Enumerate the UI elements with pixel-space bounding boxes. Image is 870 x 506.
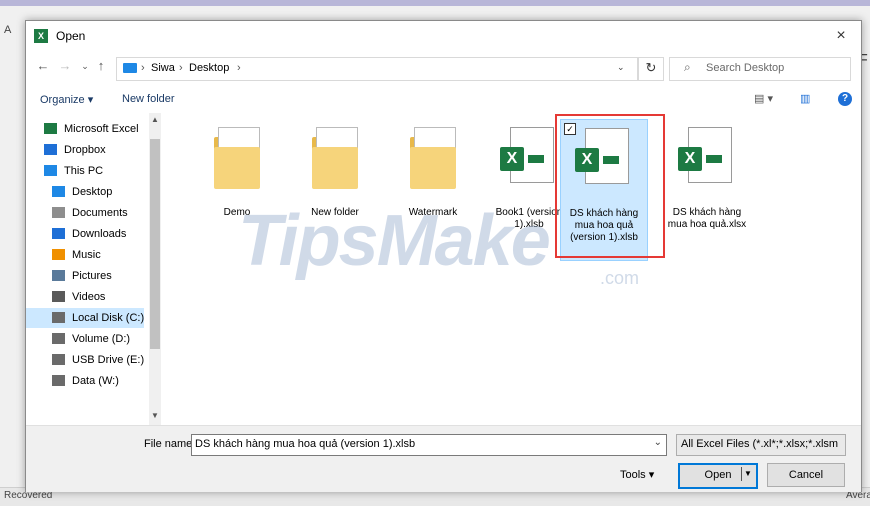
refresh-icon[interactable]: ↻ xyxy=(638,57,664,81)
videos-icon xyxy=(52,291,65,302)
downloads-icon xyxy=(52,228,65,239)
folder-front-icon xyxy=(312,147,358,189)
dropbox-icon xyxy=(44,144,57,155)
search-input[interactable]: ⌕ Search Desktop xyxy=(669,57,851,81)
sidebar-item[interactable]: Desktop xyxy=(26,182,144,202)
sidebar-item[interactable]: USB Drive (E:) xyxy=(26,350,144,370)
sidebar-item[interactable]: Documents xyxy=(26,203,144,223)
drive-icon xyxy=(52,375,65,386)
close-button[interactable]: × xyxy=(829,25,853,47)
usb-icon xyxy=(52,354,65,365)
sidebar-item-label: Desktop xyxy=(72,186,113,198)
command-toolbar: Organize ▾ New folder ▤ ▾ ▥ ? xyxy=(26,83,861,113)
address-bar[interactable]: › Siwa › Desktop › ⌄ xyxy=(116,57,638,81)
excel-app-icon: X xyxy=(34,29,48,43)
back-arrow-icon[interactable]: ← xyxy=(36,59,50,73)
sidebar-item-label: Downloads xyxy=(72,228,127,240)
cancel-button[interactable]: Cancel xyxy=(767,463,845,487)
tools-button[interactable]: Tools ▾ xyxy=(620,468,654,481)
open-split-dropdown-icon[interactable]: ▼ xyxy=(741,467,754,481)
excel-icon xyxy=(44,123,57,134)
navigation-pane: Microsoft Excel Dropbox This PC Desktop Docu… xyxy=(26,113,161,425)
sidebar-item-label: Videos xyxy=(72,291,106,303)
file-item-label: DS khách hàng mua hoa quả.xlsx xyxy=(667,207,747,230)
music-icon xyxy=(52,249,65,260)
sidebar-item[interactable]: This PC xyxy=(26,161,144,181)
forward-arrow-icon[interactable]: → xyxy=(58,59,72,73)
address-part-siwa[interactable]: Siwa xyxy=(151,62,175,74)
bottom-panel: File name: DS khách hàng mua hoa quả (ve… xyxy=(26,425,861,492)
sidebar-item[interactable]: Music xyxy=(26,245,144,265)
file-name-dropdown-icon[interactable]: ⌄ xyxy=(654,437,662,448)
sidebar-item[interactable]: Videos xyxy=(26,287,144,307)
up-arrow-icon[interactable]: ↑ xyxy=(94,59,108,73)
sidebar-item[interactable]: Local Disk (C:) xyxy=(26,308,144,328)
navigation-scrollbar[interactable]: ▲ ▼ xyxy=(149,113,161,425)
sidebar-item-label: This PC xyxy=(64,165,104,177)
sidebar-item-label: USB Drive (E:) xyxy=(72,354,145,366)
scroll-up-icon[interactable]: ▲ xyxy=(150,115,160,124)
documents-icon xyxy=(52,207,65,218)
file-name-value: DS khách hàng mua hoa quả (version 1).xl… xyxy=(195,438,416,450)
excel-grid-icon xyxy=(706,155,722,163)
file-name-label: File name: xyxy=(144,438,196,450)
file-type-select[interactable]: All Excel Files (*.xl*;*.xlsx;*.xlsm xyxy=(676,434,846,456)
file-item[interactable]: X DS khách hàng mua hoa quả.xlsx xyxy=(664,119,750,259)
excel-grid-icon xyxy=(528,155,544,163)
dialog-title: Open xyxy=(56,29,86,43)
desktop-icon xyxy=(52,186,65,197)
sidebar-item-label: Documents xyxy=(72,207,128,219)
this-pc-icon xyxy=(123,63,137,73)
tools-label: Tools xyxy=(620,469,646,481)
navigation-row: ← → ⌄ ↑ › Siwa › Desktop › ⌄ ↻ ⌕ Search … xyxy=(26,51,861,83)
sidebar-item[interactable]: Microsoft Excel xyxy=(26,119,144,139)
drive-icon xyxy=(52,333,65,344)
address-dropdown-icon[interactable]: ⌄ xyxy=(617,62,625,73)
file-type-value: All Excel Files (*.xl*;*.xlsx;*.xlsm xyxy=(681,438,839,450)
sidebar-item-label: Music xyxy=(72,249,101,261)
sidebar-item[interactable]: Data (W:) xyxy=(26,371,144,391)
address-part-desktop[interactable]: Desktop xyxy=(189,62,229,74)
open-button[interactable]: Open ▼ xyxy=(678,463,758,489)
scroll-down-icon[interactable]: ▼ xyxy=(150,411,160,420)
title-bar: X Open × xyxy=(26,21,861,51)
sidebar-item-label: Data (W:) xyxy=(72,375,119,387)
pictures-icon xyxy=(52,270,65,281)
scroll-thumb[interactable] xyxy=(150,139,160,349)
sidebar-item[interactable]: Downloads xyxy=(26,224,144,244)
sidebar-item[interactable]: Dropbox xyxy=(26,140,144,160)
organize-button[interactable]: Organize ▾ xyxy=(40,93,93,106)
address-separator: › xyxy=(237,62,241,74)
search-icon: ⌕ xyxy=(684,60,691,74)
recent-chevron-icon[interactable]: ⌄ xyxy=(78,59,92,73)
sidebar-item[interactable]: Volume (D:) xyxy=(26,329,144,349)
sidebar-item-label: Pictures xyxy=(72,270,112,282)
file-name-input[interactable]: DS khách hàng mua hoa quả (version 1).xl… xyxy=(191,434,667,456)
new-folder-button[interactable]: New folder xyxy=(122,93,175,105)
pc-icon xyxy=(44,165,57,176)
excel-column-letter: A xyxy=(4,24,12,36)
help-icon[interactable]: ? xyxy=(838,92,852,106)
watermark-domain: .com xyxy=(600,268,640,288)
preview-pane-icon[interactable]: ▥ xyxy=(800,92,810,105)
drive-icon xyxy=(52,312,65,323)
sidebar-item-label: Volume (D:) xyxy=(72,333,131,345)
excel-x-icon: X xyxy=(678,147,702,171)
sidebar-item[interactable]: Pictures xyxy=(26,266,144,286)
sidebar-item-label: Microsoft Excel xyxy=(64,123,139,135)
sidebar-item-label: Dropbox xyxy=(64,144,106,156)
open-label: Open xyxy=(704,469,732,481)
address-separator: › xyxy=(179,62,183,74)
folder-front-icon xyxy=(214,147,260,189)
excel-x-icon: X xyxy=(500,147,524,171)
watermark-logo: TipsMake xyxy=(238,201,551,281)
selection-highlight-box xyxy=(555,114,665,258)
address-separator: › xyxy=(141,62,145,74)
folder-front-icon xyxy=(410,147,456,189)
view-options-icon[interactable]: ▤ ▾ xyxy=(754,92,773,105)
sidebar-item-label: Local Disk (C:) xyxy=(72,312,145,324)
search-placeholder: Search Desktop xyxy=(706,62,785,74)
